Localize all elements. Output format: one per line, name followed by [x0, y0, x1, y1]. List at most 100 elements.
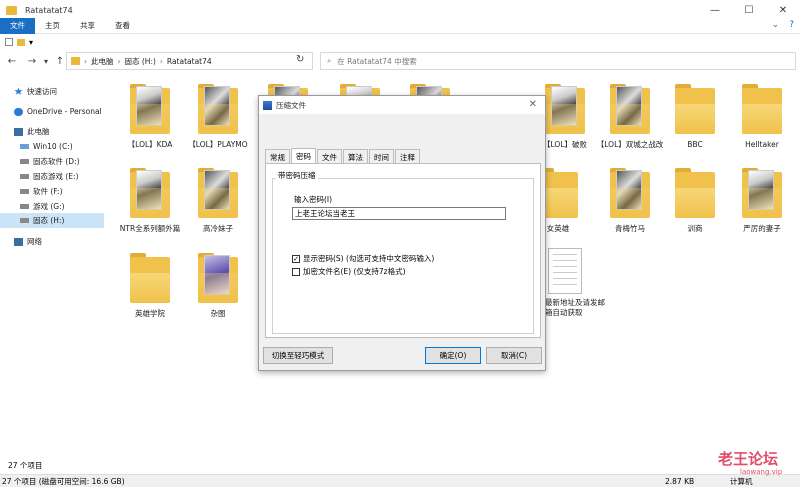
- folder-item[interactable]: 青梅竹马: [595, 168, 665, 248]
- folder-item[interactable]: 杂图: [183, 253, 253, 333]
- password-label: 输入密码(I): [294, 195, 333, 204]
- folder-icon: [545, 84, 585, 136]
- status-bar: 27 个项目 27 个项目 (磁盘可用空间: 16.6 GB) 2.87 KB …: [0, 456, 800, 487]
- folder-item[interactable]: 训商: [660, 168, 730, 248]
- dialog-title-bar: 压缩文件 ✕: [259, 96, 545, 114]
- recent-locations-button[interactable]: ▾: [39, 57, 53, 66]
- search-box[interactable]: ⌕ 在 Ratatatat74 中搜索: [320, 52, 796, 70]
- drive-icon: [20, 144, 29, 149]
- sidebar-item-network[interactable]: 网络: [14, 234, 104, 249]
- drive-icon: [20, 189, 29, 194]
- folder-icon: [198, 168, 238, 220]
- compress-dialog: 压缩文件 ✕ 常规 密码 文件 算法 时间 注释 带密码压缩 输入密码(I) ✓…: [258, 95, 546, 371]
- tab-comment[interactable]: 注释: [395, 149, 420, 163]
- password-input[interactable]: [292, 207, 506, 220]
- sidebar-item-d[interactable]: 固态软件 (D:): [20, 154, 104, 169]
- properties-icon[interactable]: [5, 38, 13, 46]
- tab-time[interactable]: 时间: [369, 149, 394, 163]
- tab-share[interactable]: 共享: [70, 18, 105, 34]
- tab-password[interactable]: 密码: [291, 148, 316, 163]
- folder-icon: [130, 168, 170, 220]
- breadcrumb-drive-h[interactable]: 固态 (H:): [125, 56, 156, 67]
- back-button[interactable]: ←: [5, 56, 19, 67]
- switch-mode-button[interactable]: 切换至轻巧模式: [263, 347, 333, 364]
- watermark-url: laowang.vip: [740, 468, 783, 476]
- show-password-checkbox[interactable]: ✓ 显示密码(S) (勾选可支持中文密码输入): [292, 253, 434, 264]
- chevron-down-icon[interactable]: ⌄: [772, 20, 780, 30]
- sidebar-item-e[interactable]: 固态游戏 (E:): [20, 169, 104, 184]
- folder-icon: [610, 168, 650, 220]
- folder-item[interactable]: Helltaker: [727, 84, 797, 164]
- folder-icon: [198, 84, 238, 136]
- navigation-bar: ← → ▾ ↑ › 此电脑 › 固态 (H:) › Ratatatat74 ↻ …: [0, 50, 800, 72]
- group-title: 带密码压缩: [276, 170, 318, 181]
- folder-icon: [675, 84, 715, 136]
- selection-size: 2.87 KB: [665, 476, 695, 486]
- folder-item[interactable]: 【LOL】双城之战改: [595, 84, 665, 164]
- folder-item[interactable]: 高冷妹子: [183, 168, 253, 248]
- folder-item[interactable]: BBC: [660, 84, 730, 164]
- dialog-tabs: 常规 密码 文件 算法 时间 注释: [265, 148, 421, 164]
- computer-icon: [14, 127, 23, 136]
- archive-icon: [263, 100, 272, 110]
- address-bar[interactable]: › 此电脑 › 固态 (H:) › Ratatatat74: [66, 52, 313, 70]
- refresh-button[interactable]: ↻: [296, 54, 304, 65]
- forward-button[interactable]: →: [25, 56, 39, 67]
- folder-icon: [130, 84, 170, 136]
- folder-item[interactable]: NTR全系列额外篇: [115, 168, 185, 248]
- sidebar-item-this-pc[interactable]: 此电脑: [14, 124, 104, 139]
- dialog-close-button[interactable]: ✕: [529, 99, 537, 110]
- breadcrumb-current[interactable]: Ratatatat74: [167, 57, 212, 66]
- ribbon-tabs: 文件 主页 共享 查看 ⌄ ?: [0, 17, 800, 34]
- folder-icon: [610, 84, 650, 136]
- drive-icon: [20, 204, 29, 209]
- drive-icon: [20, 159, 29, 164]
- tab-file[interactable]: 文件: [0, 17, 35, 34]
- drive-icon: [20, 174, 29, 179]
- folder-item[interactable]: 【LOL】PLAYMO: [183, 84, 253, 164]
- folder-icon: [130, 253, 170, 305]
- sidebar-item-quick-access[interactable]: 快速访问: [14, 84, 104, 99]
- checkbox-unchecked[interactable]: [292, 267, 300, 276]
- disk-space: 27 个项目 (磁盘可用空间: 16.6 GB): [2, 476, 125, 486]
- tab-algorithm[interactable]: 算法: [343, 149, 368, 163]
- sidebar-item-onedrive[interactable]: OneDrive - Personal: [14, 104, 104, 119]
- checkbox-checked[interactable]: ✓: [292, 254, 300, 263]
- folder-item[interactable]: 【LOL】KDA: [115, 84, 185, 164]
- folder-icon: [71, 57, 80, 65]
- sidebar-item-f[interactable]: 软件 (F:): [20, 184, 104, 199]
- ok-button[interactable]: 确定(O): [425, 347, 481, 364]
- sidebar-item-c[interactable]: Win10 (C:): [20, 139, 104, 154]
- encrypt-names-checkbox[interactable]: 加密文件名(E) (仅支持7z格式): [292, 266, 406, 277]
- tab-home[interactable]: 主页: [35, 18, 70, 34]
- customize-dropdown[interactable]: ▾: [29, 38, 33, 47]
- close-button[interactable]: ✕: [766, 0, 800, 20]
- minimize-button[interactable]: —: [698, 0, 732, 20]
- navigation-pane: 快速访问 OneDrive - Personal 此电脑 Win10 (C:) …: [0, 80, 105, 450]
- cancel-button[interactable]: 取消(C): [486, 347, 542, 364]
- folder-item[interactable]: 英雄学院: [115, 253, 185, 333]
- tab-view[interactable]: 查看: [105, 18, 140, 34]
- folder-icon: [742, 168, 782, 220]
- maximize-button[interactable]: ☐: [732, 0, 766, 20]
- breadcrumb-this-pc[interactable]: 此电脑: [91, 56, 114, 67]
- folder-icon: [198, 253, 238, 305]
- watermark: 老王论坛: [718, 450, 779, 468]
- sidebar-item-h[interactable]: 固态 (H:): [0, 213, 104, 228]
- tab-general[interactable]: 常规: [265, 149, 290, 163]
- folder-item[interactable]: 严厉的妻子: [727, 168, 797, 248]
- search-icon: ⌕: [327, 56, 332, 65]
- folder-icon: [6, 5, 17, 15]
- tab-files[interactable]: 文件: [317, 149, 342, 163]
- new-folder-icon[interactable]: [17, 38, 25, 46]
- up-button[interactable]: ↑: [53, 56, 67, 67]
- text-file-icon: [548, 248, 582, 294]
- location-label: 计算机: [730, 476, 753, 486]
- help-icon[interactable]: ?: [789, 20, 794, 30]
- sidebar-item-g[interactable]: 游戏 (G:): [20, 199, 104, 214]
- search-placeholder: 在 Ratatatat74 中搜索: [337, 56, 417, 66]
- window-title: Ratatatat74: [25, 5, 73, 15]
- dialog-title: 压缩文件: [276, 100, 306, 110]
- star-icon: [14, 87, 23, 95]
- password-panel: 带密码压缩 输入密码(I) ✓ 显示密码(S) (勾选可支持中文密码输入) 加密…: [265, 163, 541, 338]
